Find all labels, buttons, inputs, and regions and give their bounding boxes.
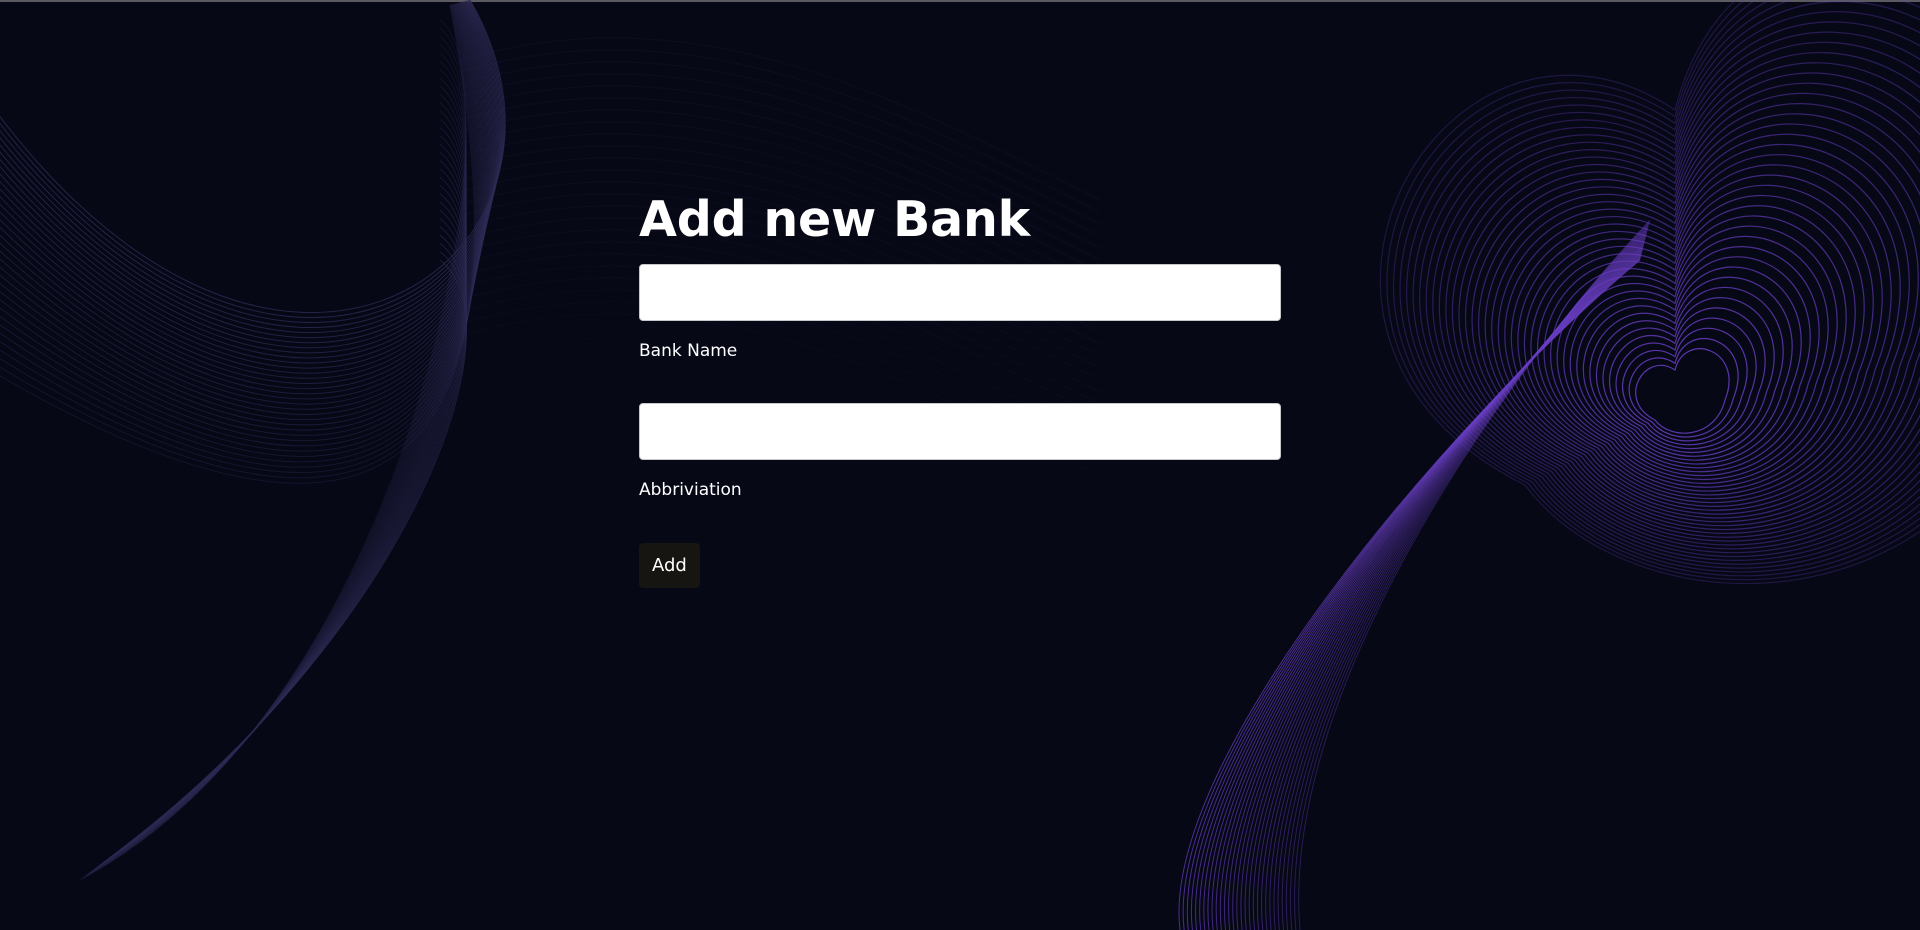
- wave-line: [1256, 233, 1647, 930]
- bank-name-label: Bank Name: [639, 341, 738, 361]
- wave-line: [1252, 234, 1647, 930]
- wave-line: [116, 243, 467, 853]
- wave-line: [1536, 194, 1865, 492]
- abbreviation-input[interactable]: [639, 403, 1281, 460]
- wave-line: [1406, 0, 1920, 569]
- wave-line: [108, 193, 467, 859]
- wave-line: [1265, 230, 1648, 930]
- wave-line: [1248, 236, 1647, 930]
- wave-line: [0, 2, 492, 390]
- add-bank-form: Add new Bank Bank Name Abbriviation Add: [639, 190, 1281, 588]
- wave-line: [0, 4, 476, 479]
- wave-line: [1273, 227, 1649, 930]
- wave-line: [0, 3, 486, 426]
- wave-line: [111, 209, 467, 857]
- wave-line: [114, 226, 467, 855]
- wave-line: [1223, 244, 1645, 930]
- wave-line: [81, 27, 467, 880]
- wave-line: [1285, 223, 1650, 930]
- wave-line: [0, 0, 506, 313]
- wave-line: [0, 2, 487, 415]
- wave-line: [0, 0, 501, 344]
- wave-line: [1419, 11, 1920, 561]
- wave-line: [0, 0, 505, 318]
- wave-line: [1491, 123, 1920, 519]
- page-title: Add new Bank: [639, 191, 1031, 248]
- wave-line: [0, 4, 478, 468]
- wave-line: [0, 3, 484, 436]
- wave-line: [0, 2, 488, 410]
- wave-line: [0, 1, 493, 384]
- wave-line: [105, 176, 467, 861]
- bank-name-input[interactable]: [639, 264, 1281, 321]
- wave-line: [103, 160, 467, 863]
- wave-line: [1609, 307, 1766, 450]
- wave-line: [0, 0, 500, 349]
- wave-line: [1281, 225, 1649, 930]
- wave-line: [1277, 226, 1649, 930]
- wave-line: [0, 1, 499, 354]
- wave-line: [0, 2, 491, 395]
- abbreviation-label: Abbriviation: [639, 480, 742, 500]
- wave-line: [0, 4, 480, 457]
- wave-line: [115, 234, 467, 854]
- wave-line: [1269, 229, 1648, 930]
- wave-line: [104, 168, 467, 862]
- wave-line: [1219, 245, 1644, 930]
- wave-line: [0, 4, 475, 484]
- wave-line: [0, 4, 477, 473]
- add-button[interactable]: Add: [639, 543, 700, 588]
- right-wave-lines: [1178, 0, 1920, 930]
- wave-line: [1236, 240, 1646, 930]
- wave-line: [0, 1, 494, 379]
- wave-line: [1228, 243, 1645, 930]
- wave-line: [0, 0, 503, 329]
- wave-line: [0, 1, 495, 374]
- wave-line: [1582, 266, 1802, 465]
